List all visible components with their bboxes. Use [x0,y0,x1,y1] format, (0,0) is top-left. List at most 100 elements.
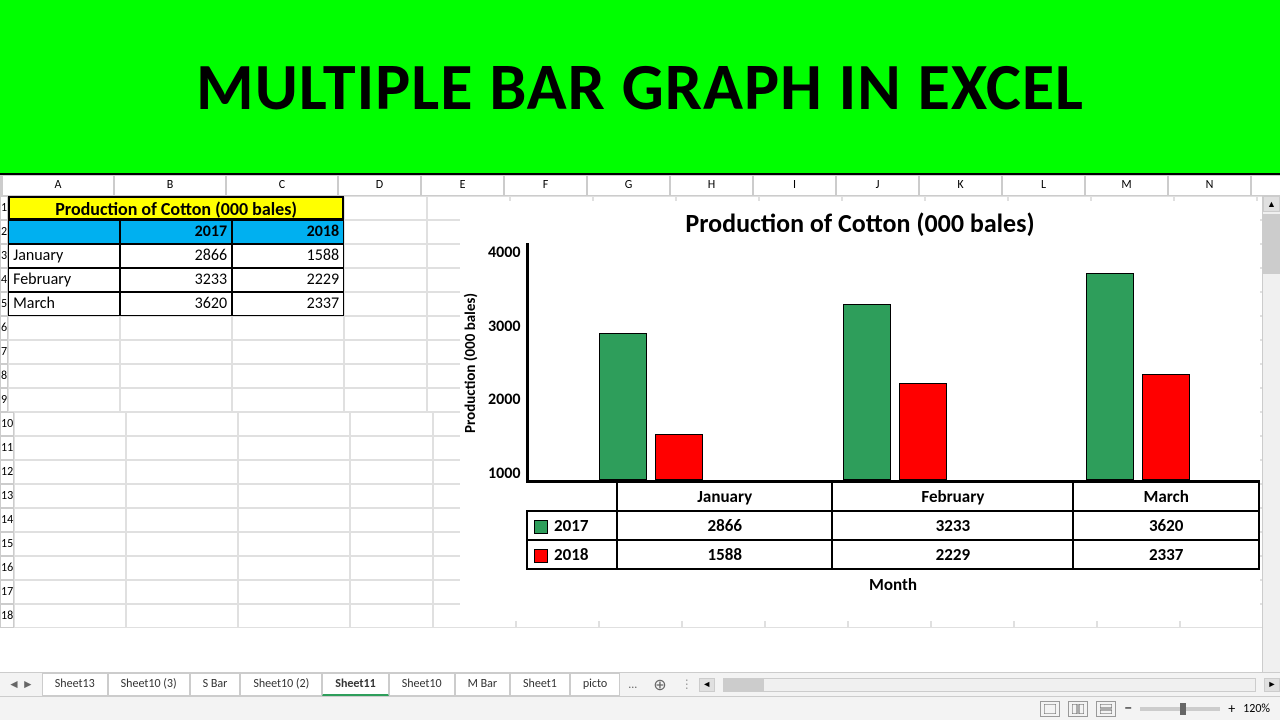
sheet-tab[interactable]: Sheet11 [322,673,388,696]
cell[interactable] [120,316,232,340]
cell[interactable] [14,508,126,532]
row-header[interactable]: 1 [0,196,8,220]
zoom-in-button[interactable]: + [1228,700,1235,717]
row-header[interactable]: 12 [0,460,14,484]
cell[interactable]: 2017 [120,220,232,244]
hscroll-right-button[interactable]: ► [1264,678,1280,692]
cell[interactable] [120,340,232,364]
cell[interactable]: January [8,244,120,268]
col-header[interactable]: K [919,175,1002,196]
cell[interactable] [8,220,120,244]
zoom-level[interactable]: 120% [1243,702,1270,716]
cell[interactable] [344,364,427,388]
row-header[interactable]: 13 [0,484,14,508]
cell[interactable] [344,340,427,364]
cell[interactable] [14,580,126,604]
cell[interactable]: 3233 [120,268,232,292]
cell[interactable] [238,532,350,556]
cell[interactable] [126,604,238,628]
cell[interactable]: 2337 [232,292,344,316]
cell[interactable] [126,412,238,436]
cell[interactable]: February [8,268,120,292]
row-header[interactable]: 2 [0,220,8,244]
cell[interactable] [350,508,433,532]
col-header[interactable]: H [670,175,753,196]
row-header[interactable]: 15 [0,532,14,556]
row-header[interactable]: 7 [0,340,8,364]
sheet-tab[interactable]: S Bar [190,673,241,696]
tab-nav-first-icon[interactable]: ◄ [8,677,20,692]
page-break-view-icon[interactable] [1096,701,1116,717]
cell[interactable] [126,460,238,484]
row-header[interactable]: 10 [0,412,14,436]
zoom-out-button[interactable]: − [1124,699,1132,718]
cell[interactable] [238,412,350,436]
cell[interactable] [350,436,433,460]
cell[interactable] [350,556,433,580]
row-header[interactable]: 18 [0,604,14,628]
horizontal-scrollbar[interactable] [723,678,1256,692]
cell[interactable] [344,292,427,316]
col-header[interactable]: F [504,175,587,196]
cell[interactable] [120,388,232,412]
bar-2018[interactable] [655,434,703,480]
cell[interactable] [126,580,238,604]
row-header[interactable]: 5 [0,292,8,316]
cell[interactable]: 3620 [120,292,232,316]
col-header[interactable]: J [836,175,919,196]
cell[interactable] [14,556,126,580]
row-header[interactable]: 17 [0,580,14,604]
col-header[interactable]: M [1085,175,1168,196]
cell[interactable] [238,580,350,604]
cell[interactable]: 2229 [232,268,344,292]
col-header[interactable]: G [587,175,670,196]
cell[interactable] [344,316,427,340]
cell[interactable]: 2018 [232,220,344,244]
vertical-scrollbar[interactable]: ▲ [1262,196,1280,673]
sheet-tab[interactable]: M Bar [455,673,510,696]
cell[interactable]: March [8,292,120,316]
col-header[interactable]: C [226,175,338,196]
cell[interactable] [350,580,433,604]
cell[interactable] [8,364,120,388]
bar-2017[interactable] [599,333,647,480]
cell[interactable] [14,532,126,556]
cell[interactable] [8,388,120,412]
sheet-tab[interactable]: Sheet1 [510,673,570,696]
cell[interactable]: 1588 [232,244,344,268]
col-header[interactable]: O [1251,175,1280,196]
cell[interactable] [238,484,350,508]
cell[interactable] [238,436,350,460]
sheet-tab[interactable]: Sheet13 [42,673,108,696]
col-header[interactable]: E [421,175,504,196]
bar-2018[interactable] [899,383,947,480]
row-header[interactable]: 11 [0,436,14,460]
sheet-tab[interactable]: Sheet10 (2) [240,673,322,696]
cell[interactable]: Production of Cotton (000 bales) [8,196,344,220]
add-sheet-button[interactable]: ⊕ [645,675,674,695]
cell[interactable] [14,436,126,460]
cell[interactable] [14,484,126,508]
cell[interactable] [126,508,238,532]
row-header[interactable]: 8 [0,364,8,388]
cell[interactable] [14,604,126,628]
cell[interactable] [14,412,126,436]
cell[interactable] [238,604,350,628]
row-header[interactable]: 6 [0,316,8,340]
sheet-tab[interactable]: Sheet10 [389,673,455,696]
cell[interactable] [238,460,350,484]
sheet-tab[interactable]: Sheet10 (3) [108,673,190,696]
cell[interactable] [126,556,238,580]
hscroll-thumb[interactable] [724,679,764,691]
col-header[interactable]: L [1002,175,1085,196]
cell[interactable] [238,556,350,580]
zoom-slider[interactable] [1140,707,1220,711]
cell[interactable] [126,484,238,508]
row-header[interactable]: 16 [0,556,14,580]
cell[interactable] [350,412,433,436]
bar-2017[interactable] [843,304,891,480]
cell[interactable] [350,604,433,628]
bar-2017[interactable] [1086,273,1134,480]
page-layout-view-icon[interactable] [1068,701,1088,717]
bar-2018[interactable] [1142,374,1190,480]
